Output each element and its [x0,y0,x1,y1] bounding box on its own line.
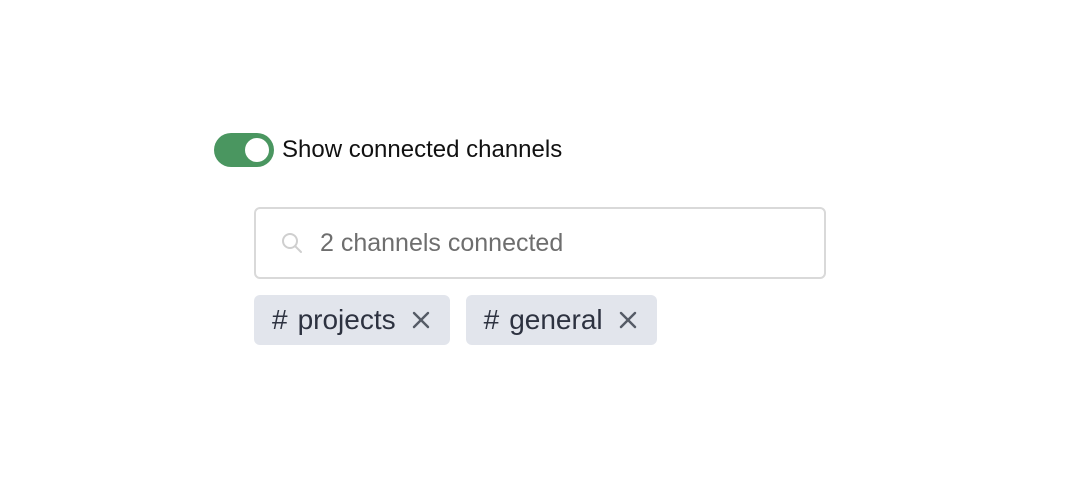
channel-hash-symbol: # [483,304,500,335]
channel-chip-projects: # projects [254,295,450,345]
channel-name: general [509,304,603,335]
channel-hash-symbol: # [272,304,288,335]
connected-channel-chips: # projects # general [254,295,657,345]
show-connected-channels-row: Show connected channels [214,133,562,167]
toggle-label: Show connected channels [282,136,563,163]
show-connected-channels-toggle[interactable] [214,133,274,167]
toggle-knob [245,138,269,162]
channel-search-input[interactable] [320,228,800,258]
close-icon[interactable] [617,309,639,331]
search-icon [280,231,304,255]
connected-channels-panel: Show connected channels # projects # gen… [0,0,1068,492]
close-icon[interactable] [410,309,432,331]
channel-name: projects [297,304,396,335]
channel-search-box[interactable] [254,207,826,279]
channel-chip-general: # general [465,295,657,345]
